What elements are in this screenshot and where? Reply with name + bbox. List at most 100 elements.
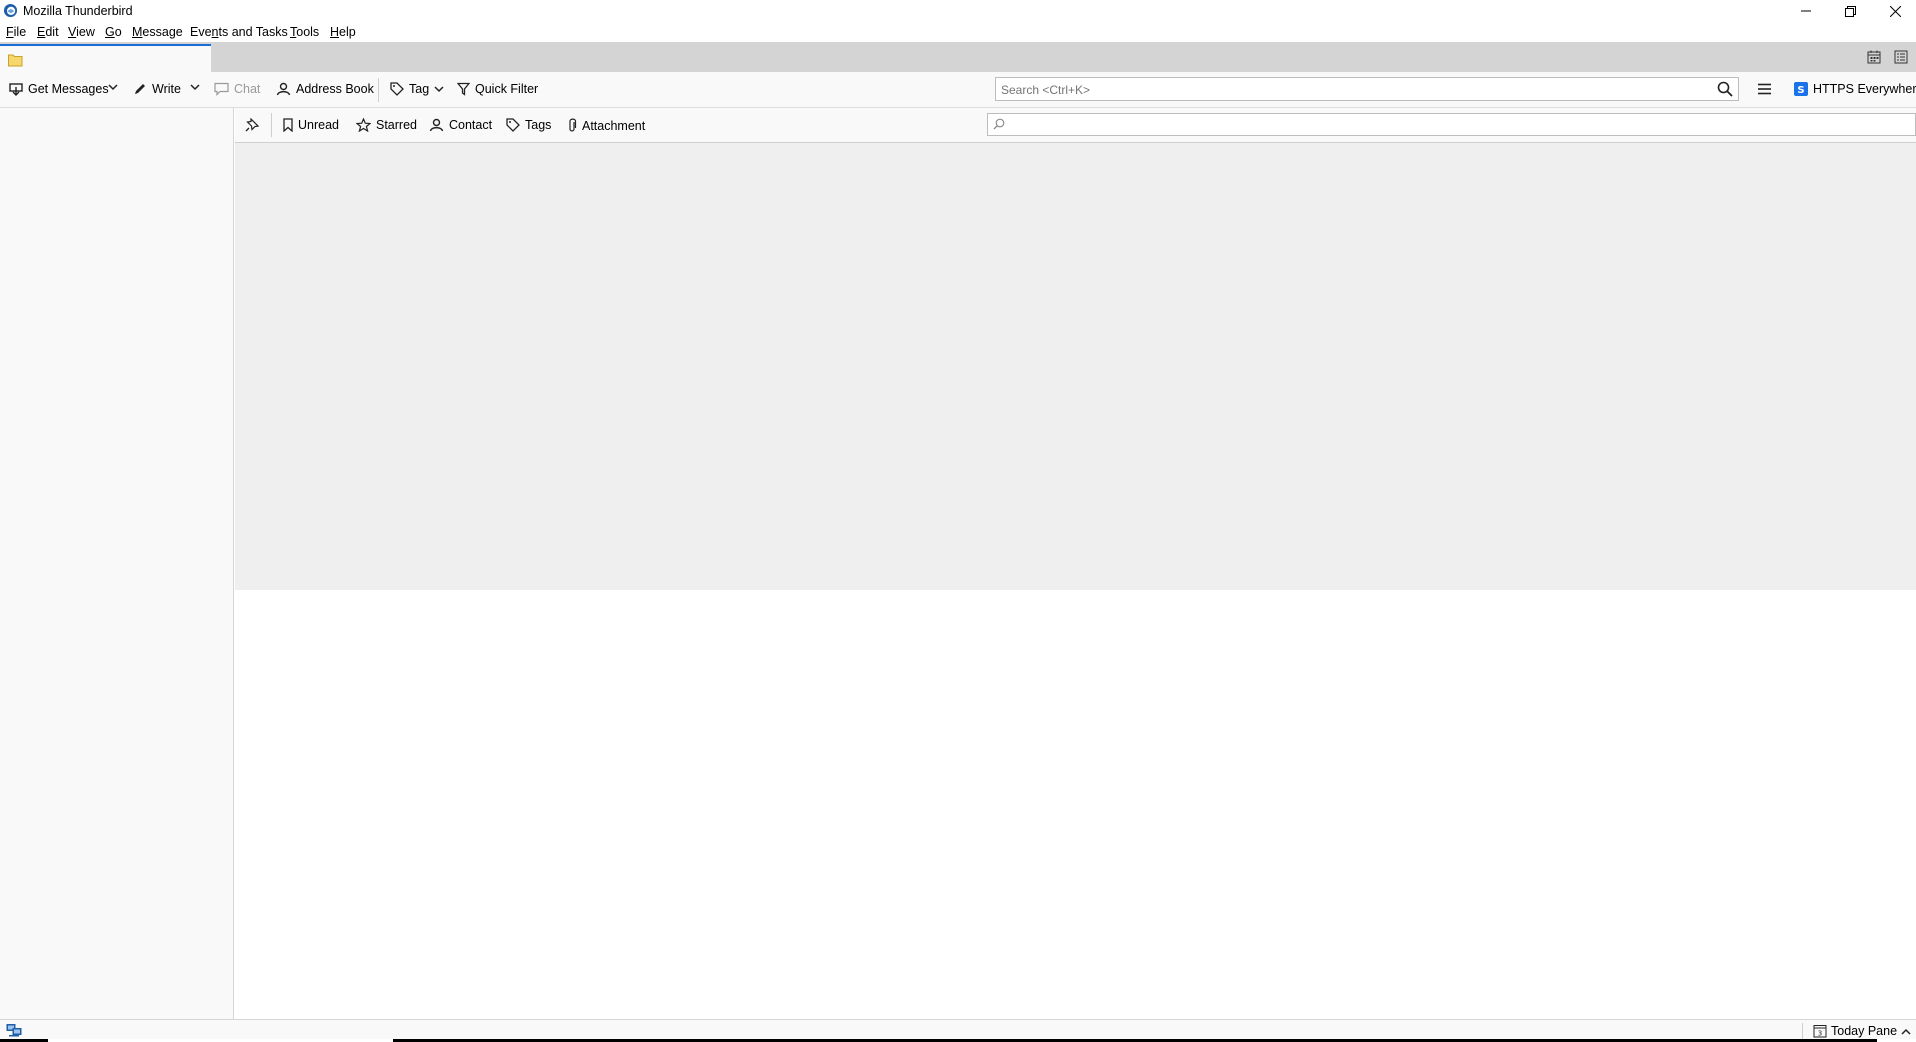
restore-icon [1845, 5, 1856, 17]
window-title: Mozilla Thunderbird [23, 4, 133, 18]
restore-button[interactable] [1828, 0, 1873, 22]
menu-help[interactable]: Help [330, 25, 356, 39]
tasks-icon[interactable] [1894, 50, 1908, 64]
filter-attachment-button[interactable]: Attachment [567, 118, 645, 133]
menu-events-accesskey: n [211, 25, 219, 39]
filter-starred-label: Starred [376, 118, 417, 132]
get-messages-dropdown[interactable] [108, 84, 118, 91]
paperclip-icon [567, 118, 577, 133]
svg-text:S: S [1797, 85, 1804, 96]
close-icon [1890, 5, 1901, 17]
filter-unread-label: Unread [298, 118, 339, 132]
today-pane-button[interactable]: 3 Today Pane [1813, 1024, 1911, 1038]
menu-message-accesskey: M [132, 25, 143, 39]
calendar-day-icon: 3 [1813, 1024, 1827, 1038]
minimize-icon [1800, 6, 1811, 16]
https-everywhere-button[interactable]: S HTTPS Everywhere [1794, 82, 1916, 96]
menu-help-accesskey: H [330, 25, 340, 39]
folder-pane[interactable] [0, 108, 234, 1019]
status-separator [1802, 1023, 1803, 1040]
tab-mail-folder[interactable] [0, 44, 211, 72]
write-label: Write [152, 82, 181, 96]
quick-filter-search-box[interactable] [987, 113, 1916, 136]
chat-button[interactable]: Chat [214, 82, 260, 96]
global-search-input[interactable] [999, 81, 1703, 99]
get-messages-icon [9, 82, 23, 96]
quick-filter-label: Quick Filter [475, 82, 539, 96]
chat-icon [214, 82, 229, 96]
tag-label: Tag [409, 82, 430, 96]
address-book-icon [276, 82, 291, 96]
filter-unread-button[interactable]: Unread [283, 118, 339, 132]
close-window-button[interactable] [1873, 0, 1916, 22]
chat-label: Chat [234, 82, 261, 96]
filter-attachment-label: Attachment [582, 118, 646, 133]
menu-events-and-tasks[interactable]: Events and Tasks [190, 25, 288, 39]
address-book-button[interactable]: Address Book [276, 82, 374, 96]
thread-pane[interactable] [235, 143, 1916, 590]
menu-tools[interactable]: Tools [290, 25, 319, 39]
calendar-icon[interactable] [1867, 50, 1881, 64]
message-pane[interactable] [235, 590, 1916, 1019]
minimize-button[interactable] [1783, 0, 1828, 22]
menu-message-label: essage [142, 25, 183, 39]
menu-go[interactable]: Go [105, 25, 122, 39]
tab-strip [0, 42, 1916, 72]
filter-tags-label: Tags [525, 118, 552, 132]
svg-text:3: 3 [1818, 1030, 1822, 1038]
filter-tags-button[interactable]: Tags [506, 118, 551, 132]
menu-tools-label: ools [296, 25, 320, 39]
quick-filter-bar: Unread Starred Contact Tags Attachment [235, 108, 1916, 143]
bookmark-icon [283, 118, 293, 132]
app-menu-button[interactable] [1758, 83, 1771, 95]
menu-bar: File Edit View Go Message Events and Tas… [0, 22, 1916, 42]
global-search-box[interactable] [995, 77, 1739, 101]
tag-icon [390, 82, 404, 96]
menu-file-accesskey: F [6, 25, 14, 39]
menu-edit-label: dit [45, 25, 59, 39]
address-book-label: Address Book [296, 82, 374, 96]
get-messages-label: Get Messages [28, 82, 109, 96]
quick-filter-separator [271, 113, 272, 137]
menu-go-label: o [114, 25, 122, 39]
menu-view-label: iew [76, 25, 95, 39]
main-toolbar: Get Messages Write Chat Address Book Tag… [0, 72, 1916, 108]
today-pane-label: Today Pane [1831, 1024, 1898, 1038]
filter-contact-button[interactable]: Contact [429, 118, 492, 132]
write-dropdown[interactable] [190, 84, 200, 91]
online-status-icon[interactable] [6, 1023, 22, 1038]
pin-icon [245, 118, 259, 132]
thunderbird-logo-icon [3, 3, 18, 18]
chevron-down-icon [108, 84, 118, 91]
filter-contact-label: Contact [449, 118, 493, 132]
menu-message[interactable]: Message [132, 25, 183, 39]
toolbar-separator [378, 78, 379, 102]
menu-help-label: elp [339, 25, 356, 39]
tag-icon [506, 118, 520, 132]
chevron-down-icon [434, 85, 444, 93]
menu-file-label: ile [13, 25, 27, 39]
hamburger-menu-icon [1758, 83, 1771, 95]
tag-button[interactable]: Tag [390, 82, 444, 96]
funnel-icon [457, 82, 470, 96]
search-icon[interactable] [1717, 81, 1733, 97]
menu-go-accesskey: G [105, 25, 115, 39]
menu-edit[interactable]: Edit [37, 25, 59, 39]
https-everywhere-icon: S [1794, 82, 1808, 96]
menu-events-label: ts and Tasks [218, 25, 288, 39]
search-icon [993, 118, 1005, 130]
menu-file[interactable]: File [6, 25, 26, 39]
contact-icon [429, 118, 444, 132]
get-messages-button[interactable]: Get Messages [9, 82, 109, 96]
sticky-filter-toggle[interactable] [245, 118, 259, 132]
filter-starred-button[interactable]: Starred [356, 118, 417, 132]
star-icon [356, 118, 371, 132]
title-bar: Mozilla Thunderbird [0, 0, 1916, 22]
quick-filter-button[interactable]: Quick Filter [457, 82, 538, 96]
quick-filter-search-input[interactable] [1008, 117, 1892, 135]
chevron-up-icon [1901, 1028, 1911, 1035]
menu-view[interactable]: View [68, 25, 95, 39]
write-button[interactable]: Write [133, 82, 181, 96]
folder-icon [8, 53, 23, 67]
https-everywhere-label: HTTPS Everywhere [1813, 82, 1916, 96]
